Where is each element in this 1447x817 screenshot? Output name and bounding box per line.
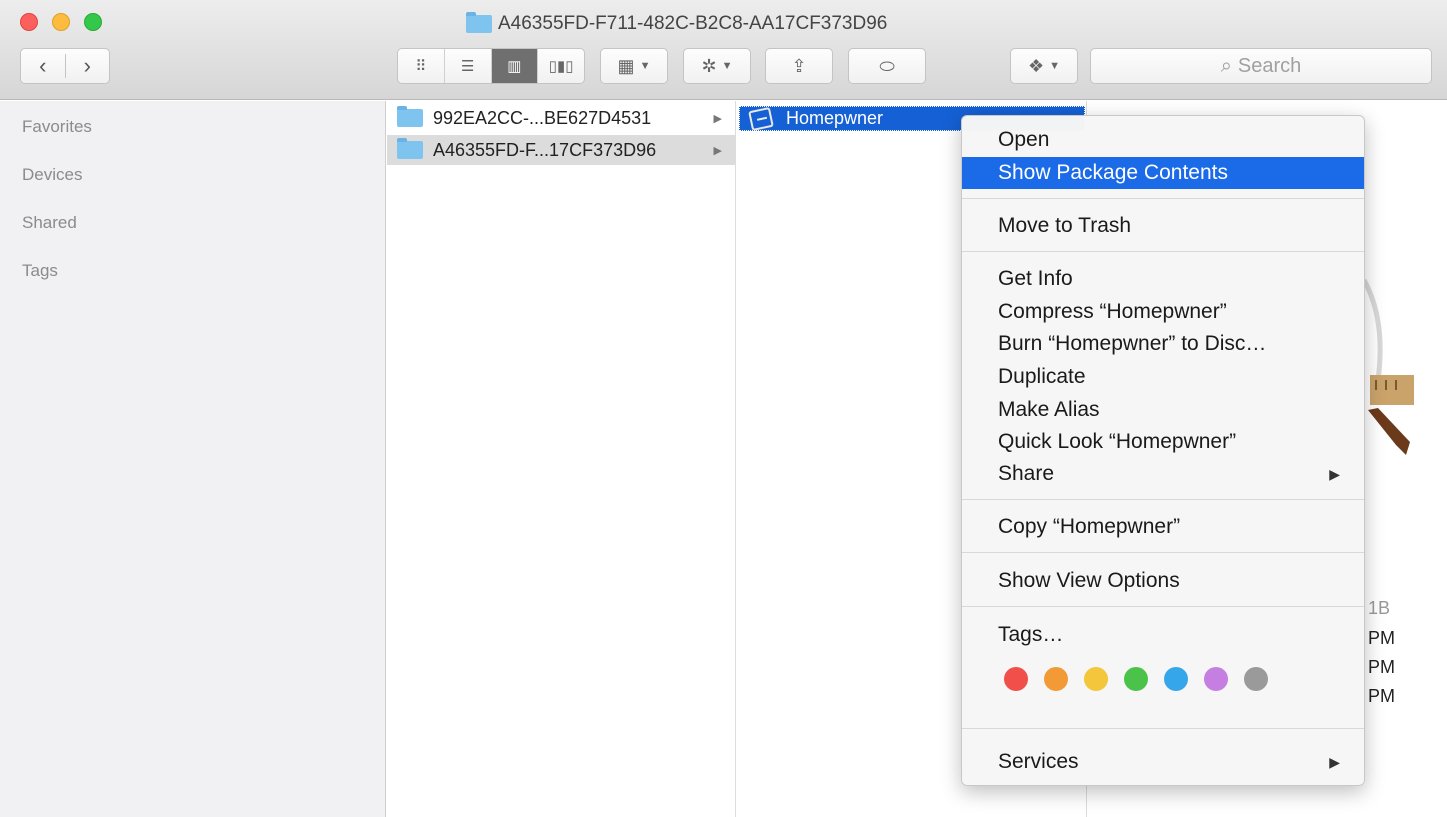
sidebar: Favorites Devices Shared Tags: [0, 101, 386, 817]
tag-dot-purple[interactable]: [1204, 667, 1228, 691]
menu-separator: [962, 606, 1364, 608]
menu-item-share[interactable]: Share ▶: [962, 458, 1364, 490]
menu-separator: [962, 251, 1364, 253]
view-mode-control: ⠿ ☰ ▥ ▯▮▯: [397, 48, 585, 84]
window-title: A46355FD-F711-482C-B2C8-AA17CF373D96: [466, 12, 887, 36]
menu-item-services[interactable]: Services ▶: [962, 746, 1364, 778]
disclosure-arrow-icon: ▶: [713, 144, 722, 157]
chevron-right-icon[interactable]: ›: [66, 53, 110, 79]
minimize-window-button[interactable]: [52, 13, 70, 31]
menu-item-open[interactable]: Open: [962, 124, 1364, 156]
menu-item-show-view-options[interactable]: Show View Options: [962, 565, 1364, 597]
browser-column-1: 992EA2CC-...BE627D4531 ▶ A46355FD-F...17…: [387, 101, 736, 817]
window-title-text: A46355FD-F711-482C-B2C8-AA17CF373D96: [498, 13, 888, 34]
menu-separator: [962, 499, 1364, 501]
tag-dot-orange[interactable]: [1044, 667, 1068, 691]
chevron-down-icon: ▼: [639, 60, 651, 72]
menu-item-compress[interactable]: Compress “Homepwner”: [962, 296, 1364, 328]
preview-modified-fragment: PM: [1368, 657, 1395, 677]
file-name: Homepwner: [786, 108, 884, 128]
tag-dot-green[interactable]: [1124, 667, 1148, 691]
preview-created-fragment: PM: [1368, 628, 1395, 648]
tag-dot-yellow[interactable]: [1084, 667, 1108, 691]
menu-item-burn[interactable]: Burn “Homepwner” to Disc…: [962, 328, 1364, 360]
search-placeholder: Search: [1237, 54, 1302, 77]
menu-separator: [962, 728, 1364, 730]
menu-separator: [962, 198, 1364, 200]
dropbox-icon: ❖: [1027, 55, 1045, 76]
list-item[interactable]: A46355FD-F...17CF373D96 ▶: [387, 135, 736, 165]
window-titlebar: A46355FD-F711-482C-B2C8-AA17CF373D96 ‹ ›…: [0, 0, 1447, 100]
tag-icon: ⬭: [879, 55, 895, 76]
icon-view-icon[interactable]: ⠿: [398, 49, 445, 83]
sidebar-heading-devices[interactable]: Devices: [22, 165, 82, 185]
arrange-button[interactable]: ▦ ▼: [600, 48, 668, 84]
menu-item-tags[interactable]: Tags…: [962, 619, 1364, 651]
menu-item-duplicate[interactable]: Duplicate: [962, 361, 1364, 393]
chevron-down-icon: ▼: [721, 60, 733, 72]
share-button[interactable]: ⇪: [765, 48, 833, 84]
menu-item-services-label: Services: [998, 750, 1079, 773]
search-input[interactable]: ⌕ Search: [1090, 48, 1432, 84]
column-view-icon[interactable]: ▥: [491, 49, 539, 83]
chevron-down-icon: ▼: [1049, 60, 1061, 72]
submenu-arrow-icon: ▶: [1329, 465, 1340, 482]
tag-color-picker: [1004, 667, 1268, 691]
back-forward-control: ‹ ›: [20, 48, 110, 84]
preview-size-fragment: 1B: [1368, 598, 1391, 618]
folder-name: 992EA2CC-...BE627D4531: [433, 107, 652, 128]
disclosure-arrow-icon: ▶: [713, 112, 722, 125]
tag-dot-gray[interactable]: [1244, 667, 1268, 691]
folder-name: A46355FD-F...17CF373D96: [433, 139, 657, 160]
folder-icon: [466, 12, 492, 33]
menu-item-share-label: Share: [998, 462, 1055, 485]
app-preview-icon: [1361, 278, 1414, 455]
tag-dot-blue[interactable]: [1164, 667, 1188, 691]
folder-icon: [397, 138, 423, 159]
menu-item-get-info[interactable]: Get Info: [962, 263, 1364, 295]
search-icon: ⌕: [1220, 54, 1232, 77]
tag-button[interactable]: ⬭: [848, 48, 926, 84]
menu-item-show-package-contents[interactable]: Show Package Contents: [962, 157, 1364, 189]
arrange-icon: ▦: [617, 55, 635, 76]
menu-item-copy[interactable]: Copy “Homepwner”: [962, 511, 1364, 543]
context-menu: Open Show Package Contents Move to Trash…: [961, 115, 1365, 786]
action-button[interactable]: ✲ ▼: [683, 48, 751, 84]
dropbox-button[interactable]: ❖ ▼: [1010, 48, 1078, 84]
menu-item-move-to-trash[interactable]: Move to Trash: [962, 210, 1364, 242]
share-icon: ⇪: [791, 55, 807, 76]
gear-icon: ✲: [701, 55, 717, 76]
coverflow-view-icon[interactable]: ▯▮▯: [538, 49, 584, 83]
chevron-left-icon[interactable]: ‹: [21, 53, 65, 79]
menu-item-quick-look[interactable]: Quick Look “Homepwner”: [962, 426, 1364, 458]
zoom-window-button[interactable]: [84, 13, 102, 31]
app-package-icon: [748, 106, 774, 131]
tag-dot-red[interactable]: [1004, 667, 1028, 691]
folder-icon: [397, 106, 423, 127]
preview-opened-fragment: PM: [1368, 686, 1395, 706]
sidebar-heading-tags[interactable]: Tags: [22, 261, 58, 281]
submenu-arrow-icon: ▶: [1329, 753, 1340, 770]
list-item[interactable]: 992EA2CC-...BE627D4531 ▶: [387, 103, 736, 133]
list-view-icon[interactable]: ☰: [445, 49, 492, 83]
sidebar-heading-favorites[interactable]: Favorites: [22, 117, 92, 137]
close-window-button[interactable]: [20, 13, 38, 31]
sidebar-heading-shared[interactable]: Shared: [22, 213, 77, 233]
menu-separator: [962, 552, 1364, 554]
menu-item-make-alias[interactable]: Make Alias: [962, 394, 1364, 426]
